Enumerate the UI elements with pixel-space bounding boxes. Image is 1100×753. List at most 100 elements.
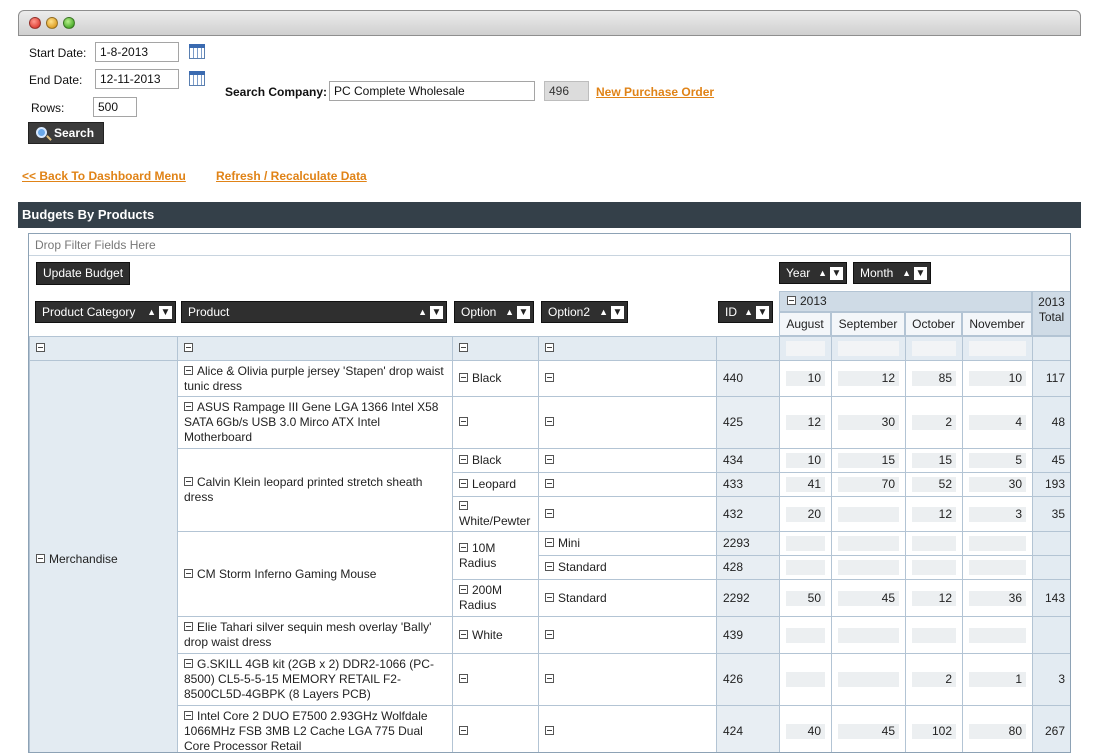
- value-cell[interactable]: 4: [969, 415, 1026, 430]
- start-date-field[interactable]: 1-8-2013: [95, 42, 179, 62]
- collapse-icon[interactable]: [459, 585, 468, 594]
- collapse-icon[interactable]: [459, 501, 468, 510]
- back-to-dashboard-link[interactable]: << Back To Dashboard Menu: [22, 169, 186, 183]
- collapse-icon[interactable]: [459, 630, 468, 639]
- collapse-icon[interactable]: [459, 343, 468, 352]
- new-purchase-order-link[interactable]: New Purchase Order: [596, 85, 714, 99]
- product-category-field-button[interactable]: Product Category ▲▼: [35, 301, 176, 323]
- value-cell[interactable]: 52: [912, 477, 956, 492]
- value-cell[interactable]: 36: [969, 591, 1026, 606]
- value-cell[interactable]: [838, 536, 899, 551]
- category-cell[interactable]: Merchandise: [30, 361, 178, 753]
- collapse-icon[interactable]: [184, 402, 193, 411]
- value-cell[interactable]: [969, 560, 1026, 575]
- collapse-icon[interactable]: [184, 343, 193, 352]
- end-date-calendar-icon[interactable]: [189, 71, 205, 86]
- zoom-window-icon[interactable]: [63, 17, 75, 29]
- value-cell[interactable]: 41: [786, 477, 825, 492]
- value-cell[interactable]: [786, 536, 825, 551]
- collapse-icon[interactable]: [545, 417, 554, 426]
- year-header-label[interactable]: 2013: [787, 294, 827, 308]
- collapse-icon[interactable]: [545, 455, 554, 464]
- collapse-icon[interactable]: [545, 479, 554, 488]
- value-cell[interactable]: [786, 628, 825, 643]
- collapse-icon[interactable]: [459, 417, 468, 426]
- filter-drop-zone[interactable]: Drop Filter Fields Here: [29, 234, 1070, 256]
- minimize-window-icon[interactable]: [46, 17, 58, 29]
- value-cell[interactable]: 20: [786, 507, 825, 522]
- value-cell[interactable]: 45: [838, 591, 899, 606]
- value-cell[interactable]: 80: [969, 724, 1026, 739]
- collapse-icon[interactable]: [545, 593, 554, 602]
- value-cell[interactable]: [912, 628, 956, 643]
- value-cell[interactable]: 12: [912, 591, 956, 606]
- option2-field-button[interactable]: Option2 ▲▼: [541, 301, 628, 323]
- value-cell[interactable]: 30: [838, 415, 899, 430]
- value-cell[interactable]: 45: [838, 724, 899, 739]
- value-cell[interactable]: 30: [969, 477, 1026, 492]
- value-cell[interactable]: [969, 628, 1026, 643]
- value-cell[interactable]: [786, 560, 825, 575]
- collapse-icon[interactable]: [545, 630, 554, 639]
- id-field-button[interactable]: ID ▲▼: [718, 301, 773, 323]
- value-cell[interactable]: 5: [969, 453, 1026, 468]
- value-cell[interactable]: 15: [912, 453, 956, 468]
- collapse-icon[interactable]: [184, 622, 193, 631]
- collapse-icon[interactable]: [787, 296, 796, 305]
- month-field-button[interactable]: Month ▲▼: [853, 262, 931, 284]
- collapse-icon[interactable]: [459, 479, 468, 488]
- year-field-button[interactable]: Year ▲▼: [779, 262, 847, 284]
- close-window-icon[interactable]: [29, 17, 41, 29]
- option-field-button[interactable]: Option ▲▼: [454, 301, 534, 323]
- collapse-icon[interactable]: [545, 562, 554, 571]
- collapse-icon[interactable]: [459, 543, 468, 552]
- value-cell[interactable]: [912, 560, 956, 575]
- value-cell[interactable]: 2: [912, 415, 956, 430]
- value-cell[interactable]: 10: [786, 453, 825, 468]
- value-cell[interactable]: [969, 536, 1026, 551]
- rows-field[interactable]: 500: [93, 97, 137, 117]
- value-cell[interactable]: [838, 507, 899, 522]
- value-cell[interactable]: [912, 536, 956, 551]
- collapse-icon[interactable]: [545, 509, 554, 518]
- value-cell[interactable]: 102: [912, 724, 956, 739]
- collapse-icon[interactable]: [545, 343, 554, 352]
- collapse-icon[interactable]: [545, 726, 554, 735]
- collapse-icon[interactable]: [545, 674, 554, 683]
- value-cell[interactable]: 2: [912, 672, 956, 687]
- collapse-icon[interactable]: [459, 455, 468, 464]
- collapse-icon[interactable]: [184, 477, 193, 486]
- collapse-icon[interactable]: [36, 343, 45, 352]
- value-cell[interactable]: 3: [969, 507, 1026, 522]
- value-cell[interactable]: [786, 672, 825, 687]
- value-cell[interactable]: 12: [838, 371, 899, 386]
- end-date-field[interactable]: 12-11-2013: [95, 69, 179, 89]
- product-field-button[interactable]: Product ▲▼: [181, 301, 447, 323]
- value-cell[interactable]: 12: [912, 507, 956, 522]
- start-date-calendar-icon[interactable]: [189, 44, 205, 59]
- value-cell[interactable]: 50: [786, 591, 825, 606]
- refresh-data-link[interactable]: Refresh / Recalculate Data: [216, 169, 367, 183]
- collapse-icon[interactable]: [545, 373, 554, 382]
- value-cell[interactable]: 40: [786, 724, 825, 739]
- search-company-field[interactable]: PC Complete Wholesale: [329, 81, 535, 101]
- value-cell[interactable]: 85: [912, 371, 956, 386]
- collapse-icon[interactable]: [36, 554, 45, 563]
- value-cell[interactable]: 10: [786, 371, 825, 386]
- value-cell[interactable]: 1: [969, 672, 1026, 687]
- value-cell[interactable]: 10: [969, 371, 1026, 386]
- collapse-icon[interactable]: [545, 538, 554, 547]
- value-cell[interactable]: 70: [838, 477, 899, 492]
- collapse-icon[interactable]: [184, 659, 193, 668]
- collapse-icon[interactable]: [459, 373, 468, 382]
- value-cell[interactable]: [838, 628, 899, 643]
- collapse-icon[interactable]: [459, 726, 468, 735]
- collapse-icon[interactable]: [184, 711, 193, 720]
- collapse-icon[interactable]: [184, 569, 193, 578]
- update-budget-button[interactable]: Update Budget: [36, 262, 130, 285]
- collapse-icon[interactable]: [459, 674, 468, 683]
- value-cell[interactable]: 12: [786, 415, 825, 430]
- value-cell[interactable]: 15: [838, 453, 899, 468]
- search-button[interactable]: Search: [28, 122, 104, 144]
- collapse-icon[interactable]: [184, 366, 193, 375]
